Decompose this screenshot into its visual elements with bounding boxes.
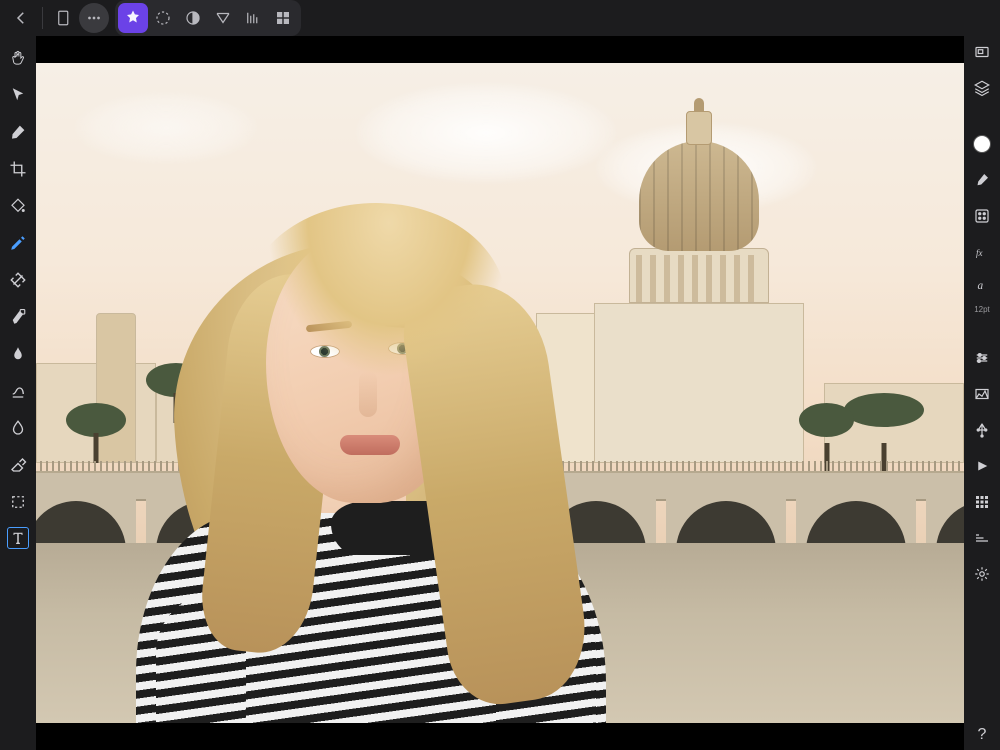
current-color-swatch	[973, 135, 991, 153]
font-size-label: 12pt	[974, 306, 990, 314]
healing-brush-tool[interactable]	[6, 268, 30, 292]
hand-tool[interactable]	[6, 46, 30, 70]
stock-studio-icon[interactable]	[970, 490, 994, 514]
clone-tool[interactable]	[6, 305, 30, 329]
back-button[interactable]	[6, 3, 36, 33]
svg-text:a: a	[978, 280, 984, 292]
move-tool[interactable]	[6, 83, 30, 107]
canvas-area	[36, 36, 964, 750]
persona-switcher	[115, 0, 301, 36]
top-toolbar	[0, 0, 1000, 36]
left-tool-strip	[0, 36, 36, 750]
adjustments-studio-icon[interactable]	[970, 346, 994, 370]
transform-studio-icon[interactable]	[970, 418, 994, 442]
color-swatch[interactable]	[970, 132, 994, 156]
help-button[interactable]: ?	[964, 726, 1000, 744]
brush-studio-icon[interactable]	[970, 168, 994, 192]
histogram-studio-icon[interactable]	[970, 382, 994, 406]
blur-tool[interactable]	[6, 416, 30, 440]
flood-fill-tool[interactable]	[6, 194, 30, 218]
persona-develop[interactable]	[208, 3, 238, 33]
erase-tool[interactable]	[6, 453, 30, 477]
snapshots-studio-icon[interactable]	[970, 526, 994, 550]
character-studio-icon[interactable]: a	[970, 276, 994, 294]
color-picker-tool[interactable]	[6, 231, 30, 255]
persona-export[interactable]	[238, 3, 268, 33]
swatches-studio-icon[interactable]	[970, 204, 994, 228]
persona-photo[interactable]	[118, 3, 148, 33]
dodge-tool[interactable]	[6, 342, 30, 366]
right-studio-strip: fx a 12pt ?	[964, 36, 1000, 750]
smudge-tool[interactable]	[6, 379, 30, 403]
app-root: fx a 12pt ?	[0, 0, 1000, 750]
marquee-tool[interactable]	[6, 490, 30, 514]
assets-studio-icon[interactable]	[970, 562, 994, 586]
persona-liquify[interactable]	[148, 3, 178, 33]
history-studio-icon[interactable]	[970, 454, 994, 478]
crop-tool[interactable]	[6, 157, 30, 181]
persona-panels[interactable]	[268, 3, 298, 33]
navigator-studio-icon[interactable]	[970, 40, 994, 64]
text-tool[interactable]	[7, 527, 29, 549]
layers-studio-icon[interactable]	[970, 76, 994, 100]
paint-brush-tool[interactable]	[6, 120, 30, 144]
more-button[interactable]	[79, 3, 109, 33]
divider	[42, 7, 43, 29]
svg-text:fx: fx	[976, 248, 983, 258]
fx-studio-icon[interactable]: fx	[970, 240, 994, 264]
document-canvas[interactable]	[36, 63, 964, 723]
persona-tonemap[interactable]	[178, 3, 208, 33]
document-menu-button[interactable]	[49, 3, 79, 33]
canvas-subject	[96, 113, 576, 723]
